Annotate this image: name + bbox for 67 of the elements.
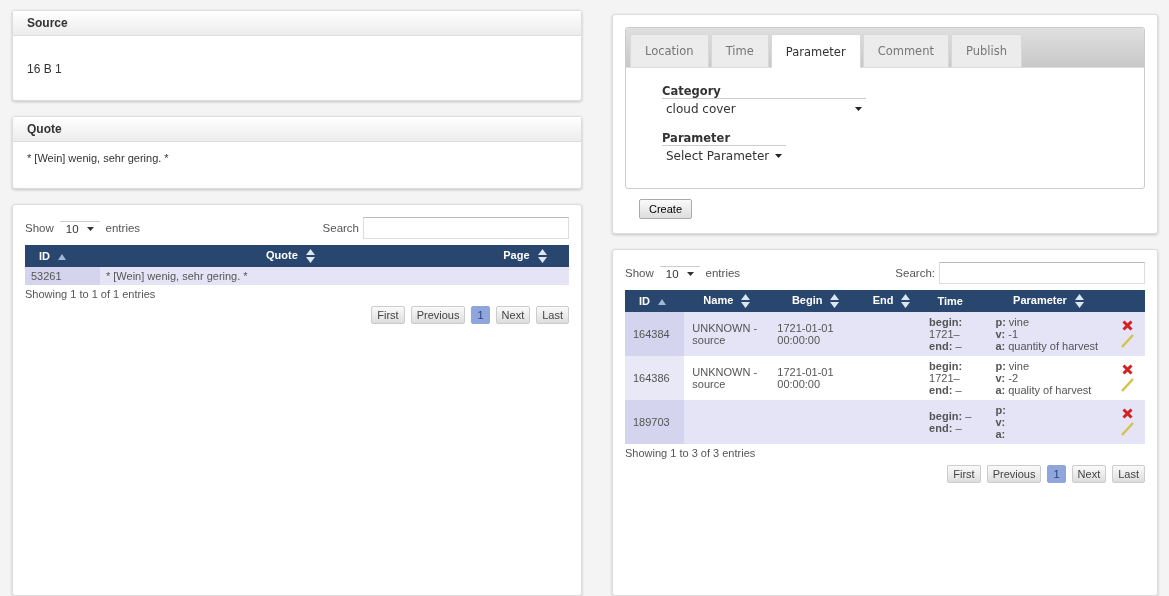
field-label: Parameter xyxy=(662,131,732,145)
search-field[interactable] xyxy=(363,217,569,239)
table-cell: p: v: a: xyxy=(987,400,1110,445)
delete-icon[interactable] xyxy=(1121,320,1133,332)
dropdown[interactable]: cloud cover xyxy=(662,98,866,119)
table-cell: begin: – end: – xyxy=(921,400,988,445)
pagination-button[interactable]: Previous xyxy=(410,306,466,325)
pagination-button[interactable]: Last xyxy=(1112,465,1145,484)
table-cell: 164384 xyxy=(625,312,685,357)
table-cell: 1721-01-01 00:00:00 xyxy=(769,356,863,401)
quote-text: * [Wein] wenig, sehr gering. * xyxy=(27,152,169,164)
search-label: Search xyxy=(322,222,359,234)
panel-header: Quote xyxy=(13,117,581,142)
table-cell: 1721-01-01 00:00:00 xyxy=(769,312,863,357)
panel-header: Source xyxy=(13,11,581,36)
column-header[interactable]: Quote xyxy=(99,245,481,268)
table-cell: p: vine v: -1 a: quantity of harvest xyxy=(987,312,1110,357)
column-header[interactable]: Page xyxy=(480,245,569,268)
column-header[interactable]: Parameter xyxy=(987,290,1110,313)
table-info: Showing 1 to 1 of 1 entries xyxy=(25,288,157,301)
table-cell: 189703 xyxy=(625,400,685,445)
table-cell: begin: 1721– end: – xyxy=(921,312,988,357)
tab[interactable]: Parameter xyxy=(770,34,861,68)
pagination-button[interactable]: First xyxy=(371,306,405,325)
delete-icon[interactable] xyxy=(1121,364,1133,376)
pagination-button[interactable]: First xyxy=(947,465,981,484)
column-header[interactable]: End xyxy=(862,290,922,313)
table-cell: UNKNOWN - source xyxy=(684,356,770,401)
tab[interactable]: Location xyxy=(630,34,709,67)
pagination-button[interactable]: Previous xyxy=(986,465,1042,484)
tab[interactable]: Publish xyxy=(951,34,1022,67)
dropdown[interactable]: Select Parameter xyxy=(662,145,787,166)
column-header[interactable]: ID xyxy=(625,290,685,313)
tab[interactable]: Comment xyxy=(862,34,949,67)
search-field[interactable] xyxy=(939,262,1145,284)
tab[interactable]: Time xyxy=(710,34,769,67)
table-cell: * [Wein] wenig, sehr gering. * xyxy=(99,267,481,286)
table-cell: p: vine v: -2 a: quality of harvest xyxy=(987,356,1110,401)
entries-select[interactable]: 10 xyxy=(659,265,700,281)
pagination-button[interactable]: 1 xyxy=(471,306,490,325)
column-header[interactable]: Name xyxy=(684,290,770,313)
caret-icon xyxy=(86,226,94,231)
show-label: Show xyxy=(625,267,654,279)
pagination-button[interactable]: Next xyxy=(1071,465,1107,484)
entries-label: entries xyxy=(705,267,741,279)
caret-icon xyxy=(775,154,783,158)
pagination-button[interactable]: Last xyxy=(536,306,569,325)
show-label: Show xyxy=(25,222,54,234)
column-header[interactable]: Begin xyxy=(769,290,863,313)
source-value: 16 B 1 xyxy=(27,62,62,76)
caret-icon xyxy=(686,271,694,276)
entries-select[interactable]: 10 xyxy=(59,220,100,236)
table-cell: UNKNOWN - source xyxy=(684,312,770,357)
table-info: Showing 1 to 3 of 3 entries xyxy=(625,447,757,460)
table-cell: begin: 1721– end: – xyxy=(921,356,988,401)
create-button[interactable]: Create xyxy=(639,199,693,219)
column-header[interactable]: ID xyxy=(25,245,100,268)
pagination-button[interactable]: Next xyxy=(495,306,531,325)
table-cell: 164386 xyxy=(625,356,685,401)
pagination-button[interactable]: 1 xyxy=(1047,465,1066,484)
column-header[interactable]: Time xyxy=(921,290,988,313)
table-cell: 53261 xyxy=(25,267,100,286)
caret-icon xyxy=(855,107,862,111)
entries-label: entries xyxy=(105,222,141,234)
delete-icon[interactable] xyxy=(1121,408,1133,420)
field-label: Category xyxy=(662,84,722,98)
search-label: Search: xyxy=(895,267,935,279)
